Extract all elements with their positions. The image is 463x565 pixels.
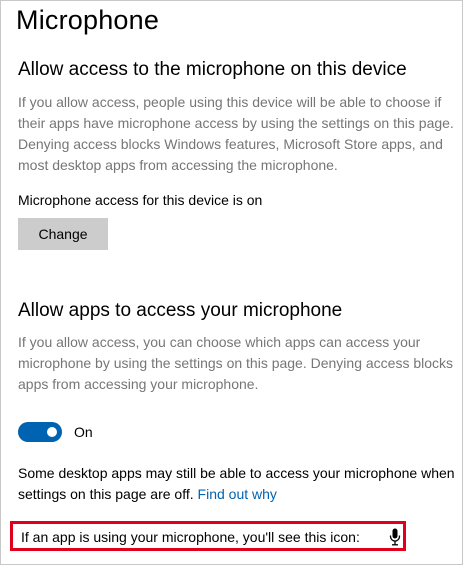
microphone-icon-note: If an app is using your microphone, you'… xyxy=(21,529,360,545)
find-out-why-link[interactable]: Find out why xyxy=(198,486,277,502)
apps-access-description: If you allow access, you can choose whic… xyxy=(18,334,454,392)
microphone-icon xyxy=(389,528,401,546)
device-access-description: If you allow access, people using this d… xyxy=(18,94,454,173)
desktop-apps-note: Some desktop apps may still be able to a… xyxy=(18,463,458,505)
page-title: Microphone xyxy=(16,5,160,35)
apps-access-toggle[interactable] xyxy=(18,422,62,442)
device-access-status: Microphone access for this device is on xyxy=(18,192,263,208)
apps-access-heading: Allow apps to access your microphone xyxy=(18,300,343,321)
settings-panel: Microphone Allow access to the microphon… xyxy=(0,0,463,565)
change-button[interactable]: Change xyxy=(18,218,108,250)
toggle-knob xyxy=(47,427,57,437)
device-access-heading: Allow access to the microphone on this d… xyxy=(18,59,407,80)
apps-access-toggle-row: On xyxy=(18,422,93,442)
microphone-icon-callout: If an app is using your microphone, you'… xyxy=(10,521,406,551)
toggle-state-label: On xyxy=(74,424,93,440)
